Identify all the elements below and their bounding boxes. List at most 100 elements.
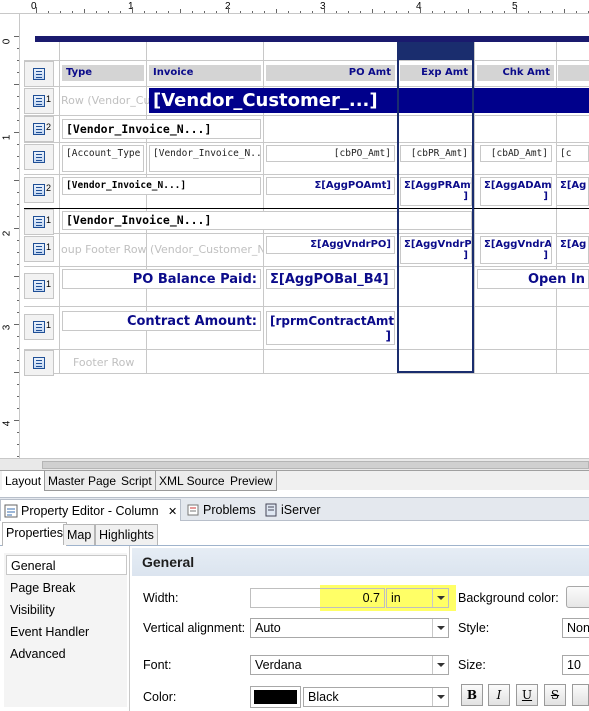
column-header-chk-amt[interactable]: Chk Amt — [477, 65, 554, 81]
account-type-field[interactable]: [Account_Type — [62, 145, 144, 172]
row-handle-invoice-footer-2[interactable]: 1 — [24, 209, 54, 235]
vendor-invoice-footer-field[interactable]: [Vendor_Invoice_N...] — [62, 177, 261, 195]
category-page-break[interactable]: Page Break — [6, 578, 127, 598]
size-select[interactable]: 10 — [562, 655, 589, 675]
tab-iserver-explorer[interactable]: iServer Explorer — [261, 499, 369, 539]
ruler-tick — [216, 11, 217, 13]
font-select[interactable]: Verdana — [250, 655, 449, 675]
row-handle-group-footer[interactable]: 1 — [24, 236, 54, 262]
column-header-invoice[interactable]: Invoice — [149, 65, 261, 81]
agg-ad-amt-field[interactable]: Σ[AggADAmt]] — [480, 177, 552, 206]
column-header-po-amt[interactable]: PO Amt — [266, 65, 395, 81]
vendor-invoice-detail-field[interactable]: [Vendor_Invoice_N... — [149, 145, 261, 172]
ruler-tick — [192, 11, 193, 13]
ruler-tick — [504, 11, 505, 13]
agg-extra-field[interactable]: Σ[Ag — [556, 177, 589, 206]
property-category-list: General Page Break Visibility Event Hand… — [4, 553, 127, 707]
cb-pr-amt-field[interactable]: [cbPR_Amt] — [400, 145, 472, 162]
tab-map[interactable]: Map — [63, 524, 96, 545]
italic-button[interactable]: I — [488, 684, 510, 706]
vendor-invoice-footer2-field[interactable]: [Vendor_Invoice_N...] — [62, 211, 472, 230]
vertical-alignment-select[interactable]: Auto — [250, 618, 449, 638]
agg-po-amt-field[interactable]: Σ[AggPOAmt] — [266, 177, 395, 195]
width-unit-select[interactable]: in — [386, 588, 449, 608]
category-general[interactable]: General — [6, 555, 127, 575]
chevron-down-icon — [432, 656, 448, 674]
color-swatch — [254, 690, 297, 704]
tab-problems[interactable]: Problems — [183, 499, 259, 521]
underline-button[interactable]: U — [516, 684, 538, 706]
close-icon[interactable]: ✕ — [168, 506, 177, 518]
po-balance-label[interactable]: PO Balance Paid: — [62, 269, 261, 289]
table-row-icon — [33, 184, 45, 196]
ruler-tick — [408, 11, 409, 13]
row-handle-po-balance[interactable]: 1 — [24, 273, 54, 299]
column-header-type[interactable]: Type — [62, 65, 144, 81]
row-handle-detail[interactable] — [24, 144, 54, 170]
ruler-tick — [204, 11, 205, 13]
strikethrough-button[interactable]: S — [544, 684, 566, 706]
ruler-tick — [17, 336, 19, 337]
ruler-tick — [168, 11, 169, 13]
cb-extra-field[interactable]: [c — [556, 145, 589, 162]
open-invoice-label[interactable]: Open In — [477, 269, 589, 289]
tab-layout[interactable]: Layout — [2, 471, 46, 491]
size-label: Size: — [458, 658, 486, 672]
column-header-exp-amt[interactable]: Exp Amt — [400, 65, 472, 81]
selected-column-handle[interactable] — [397, 42, 474, 60]
agg-po-bal-field[interactable]: Σ[AggPOBal_B4] — [266, 269, 395, 289]
scrollbar-thumb[interactable] — [42, 461, 589, 469]
agg-vndr-extra-field[interactable]: Σ[Ag — [556, 236, 589, 264]
bold-button[interactable]: B — [461, 684, 483, 706]
horizontal-scrollbar[interactable] — [0, 458, 589, 470]
ruler-tick — [14, 228, 19, 229]
style-select[interactable]: Non — [562, 618, 589, 638]
ruler-tick — [17, 144, 19, 145]
tab-script[interactable]: Script — [118, 471, 156, 491]
ruler-tick — [17, 396, 19, 397]
tab-property-editor[interactable]: Property Editor - Column ✕ — [0, 499, 181, 521]
row-handle-invoice-footer[interactable]: 2 — [24, 177, 54, 203]
tab-highlights[interactable]: Highlights — [95, 524, 158, 545]
category-event-handler[interactable]: Event Handler — [6, 622, 127, 642]
ruler-tick — [17, 216, 19, 217]
width-input[interactable]: 0.7 — [250, 588, 385, 608]
ruler-tick — [48, 11, 49, 13]
ruler-tick — [456, 11, 457, 13]
ruler-tick — [252, 11, 253, 13]
tab-preview[interactable]: Preview — [227, 471, 277, 491]
vendor-invoice-field[interactable]: [Vendor_Invoice_N...] — [62, 119, 261, 139]
column-header-extra[interactable] — [558, 65, 589, 81]
ruler-tick — [564, 9, 565, 13]
agg-vndr-pr-field[interactable]: Σ[AggVndrPR] — [400, 236, 472, 264]
tab-property-editor-label: Property Editor - Column — [21, 504, 159, 518]
row-handle-invoice-header[interactable]: 2 — [24, 116, 54, 142]
tab-xml-source[interactable]: XML Source — [156, 471, 229, 491]
color-swatch-button[interactable] — [250, 686, 301, 708]
cb-ad-amt-field[interactable]: [cbAD_Amt] — [480, 145, 552, 162]
color-select[interactable]: Black — [303, 687, 449, 707]
category-visibility[interactable]: Visibility — [6, 600, 127, 620]
ruler-tick — [348, 11, 349, 13]
contract-amount-field[interactable]: [rprmContractAmt] — [266, 311, 395, 345]
category-advanced[interactable]: Advanced — [6, 644, 127, 664]
contract-amount-label[interactable]: Contract Amount: — [62, 311, 261, 331]
ruler-tick — [276, 9, 277, 13]
ruler-tick — [14, 372, 19, 373]
agg-vndr-ad-field[interactable]: Σ[AggVndrAD] — [480, 236, 552, 264]
row-handle-contract[interactable]: 1 — [24, 314, 54, 340]
background-color-button[interactable] — [566, 586, 589, 608]
cb-po-amt-field[interactable]: [cbPO_Amt] — [266, 145, 395, 162]
ruler-tick — [60, 11, 61, 13]
row-handle-group-header[interactable]: 1 — [24, 88, 54, 114]
row-handle-footer[interactable] — [24, 350, 54, 376]
tab-master-page[interactable]: Master Page — [45, 471, 121, 491]
tab-properties[interactable]: Properties — [2, 522, 67, 546]
agg-pr-amt-field[interactable]: Σ[AggPRAmt]] — [400, 177, 472, 206]
agg-vndr-po-field[interactable]: Σ[AggVndrPO] — [266, 236, 395, 254]
ruler-tick — [17, 432, 19, 433]
more-format-button[interactable] — [572, 684, 589, 706]
row-handle-header[interactable] — [24, 61, 54, 87]
vendor-customer-field[interactable]: [Vendor_Customer_...] — [149, 88, 589, 113]
table-row-icon — [33, 280, 45, 292]
